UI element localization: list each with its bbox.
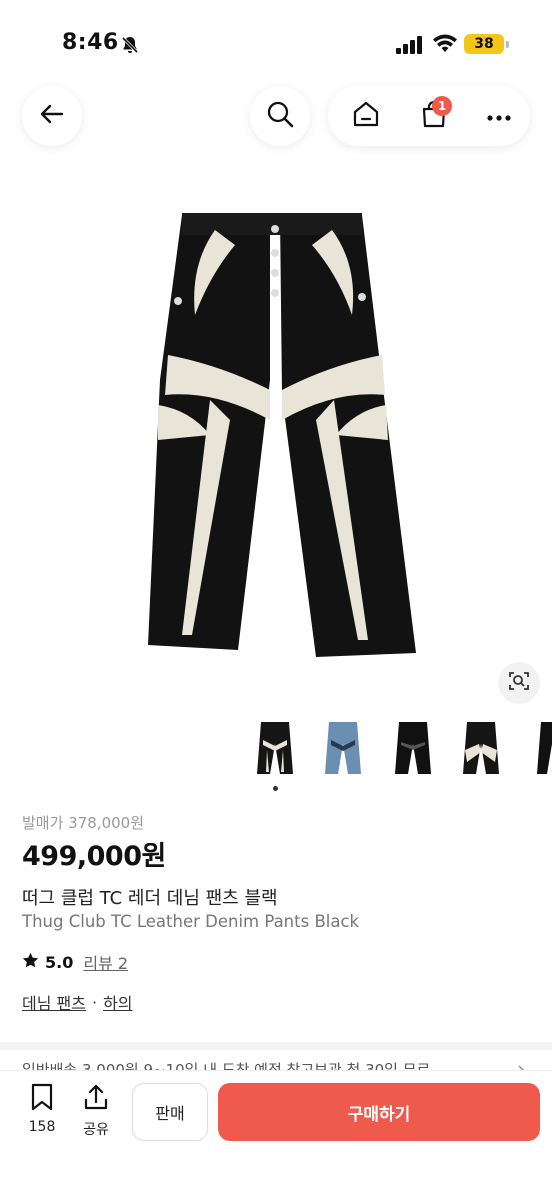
rating-value: 5.0 — [45, 952, 74, 972]
cart-badge: 1 — [432, 96, 452, 116]
wifi-icon — [432, 34, 458, 58]
lens-icon — [507, 669, 531, 697]
search-button[interactable] — [250, 86, 310, 146]
review-link[interactable]: 리뷰 2 — [83, 950, 128, 974]
bookmark-icon — [29, 1083, 55, 1115]
thumbnail-4[interactable] — [452, 716, 510, 780]
product-price: 499,000원 — [22, 841, 166, 872]
bookmark-button[interactable]: 158 — [22, 1083, 62, 1135]
bell-muted-icon — [120, 35, 140, 59]
category-link-bottoms[interactable]: 하의 — [103, 990, 132, 1014]
share-button[interactable]: 공유 — [76, 1083, 116, 1139]
status-bar: 8:46 38 — [0, 0, 552, 86]
thumbnail-1[interactable] — [246, 716, 304, 780]
more-icon — [486, 107, 512, 126]
thumbnail-3[interactable] — [384, 716, 442, 780]
image-search-button[interactable] — [498, 662, 540, 704]
bottom-action-bar: 158 공유 판매 구매하기 — [0, 1070, 552, 1200]
product-image[interactable] — [120, 205, 432, 665]
cellular-signal-icon — [396, 36, 424, 58]
category-breadcrumb: 데님 팬츠 · 하의 — [22, 990, 133, 1014]
share-label: 공유 — [83, 1122, 109, 1138]
sell-button[interactable]: 판매 — [132, 1083, 208, 1141]
bookmark-count: 158 — [28, 1119, 56, 1135]
thumbnail-5[interactable] — [522, 716, 552, 780]
home-icon — [351, 99, 381, 133]
thumbnail-2[interactable] — [314, 716, 372, 780]
arrow-left-icon — [37, 99, 67, 133]
thumbnail-indicator — [273, 786, 278, 791]
battery-indicator: 38 — [464, 34, 504, 54]
product-name-en: Thug Club TC Leather Denim Pants Black — [22, 912, 360, 931]
star-icon — [22, 952, 39, 973]
section-divider — [0, 1042, 552, 1050]
release-price: 발매가 378,000원 — [22, 814, 144, 832]
category-link-denim[interactable]: 데님 팬츠 — [22, 990, 86, 1014]
cart-button[interactable] — [406, 86, 462, 146]
status-time: 8:46 — [62, 30, 119, 55]
product-name-ko: 떠그 클럽 TC 레더 데님 팬츠 블랙 — [22, 888, 278, 909]
thumbnail-strip — [246, 716, 552, 786]
search-icon — [265, 99, 295, 133]
category-separator: · — [91, 992, 98, 1012]
home-button[interactable] — [338, 86, 394, 146]
rating-row: 5.0 리뷰 2 — [22, 950, 128, 974]
share-icon — [82, 1083, 110, 1115]
battery-tip — [506, 41, 509, 48]
more-button[interactable] — [474, 86, 524, 146]
back-button[interactable] — [22, 86, 82, 146]
buy-button[interactable]: 구매하기 — [218, 1083, 540, 1141]
nav-action-group: 1 — [328, 86, 530, 146]
